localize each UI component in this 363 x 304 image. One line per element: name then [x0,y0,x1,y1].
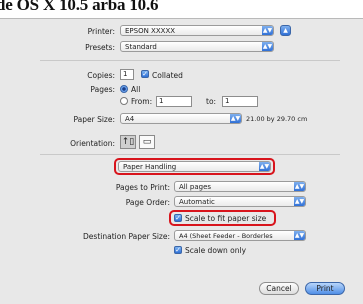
pages-from-field[interactable]: 1 [156,96,192,107]
pages-from-radio[interactable] [120,97,128,105]
presets-label: Presets: [85,43,115,52]
print-button[interactable]: Print [305,282,345,295]
popup-arrows-icon: ▲▼ [259,162,270,171]
pages-to-print-popup[interactable]: All pages ▲▼ [174,181,306,192]
portrait-icon[interactable]: ↑▯ [120,135,136,149]
pages-all-label: All [131,85,141,94]
separator [40,60,340,61]
scale-down-only-checkbox[interactable]: ✓ [174,246,182,254]
scale-to-fit-label: Scale to fit paper size [185,214,267,223]
popup-arrows-icon: ▲▼ [230,114,241,123]
page-order-label: Page Order: [125,198,170,207]
paper-size-value: A4 [125,115,135,123]
popup-arrows-icon: ▲▼ [294,182,305,191]
paper-dimensions: 21.00 by 29.70 cm [246,115,308,123]
page-caption: de OS X 10.5 arba 10.6 [0,0,159,14]
popup-arrows-icon: ▲▼ [262,42,273,51]
destination-paper-size-value: A4 (Sheet Feeder - Borderles [179,232,273,240]
printer-value: EPSON XXXXX [125,27,176,35]
popup-arrows-icon: ▲▼ [294,197,305,206]
separator [40,154,340,155]
pages-label: Pages: [90,85,115,94]
popup-arrows-icon: ▲▼ [294,231,305,240]
pages-from-label: From: [131,97,153,106]
expand-dialog-icon[interactable]: ▲ [280,25,291,36]
landscape-icon[interactable]: ▭ [139,135,155,149]
pages-all-radio[interactable] [120,85,128,93]
orientation-label: Orientation: [70,139,115,148]
printer-popup[interactable]: EPSON XXXXX ▲▼ [120,25,274,36]
collated-checkbox[interactable]: ✓ [141,70,149,78]
copies-field[interactable]: 1 [120,69,134,80]
presets-value: Standard [125,43,157,51]
page-order-value: Automatic [179,198,215,206]
paper-size-popup[interactable]: A4 ▲▼ [120,113,242,124]
scale-down-only-label: Scale down only [185,246,247,255]
destination-paper-size-label: Destination Paper Size: [83,232,170,241]
pages-to-print-label: Pages to Print: [115,183,170,192]
presets-popup[interactable]: Standard ▲▼ [120,41,274,52]
pages-to-field[interactable]: 1 [222,96,258,107]
paper-size-label: Paper Size: [73,115,115,124]
collated-label: Collated [152,71,183,80]
cancel-button[interactable]: Cancel [259,282,299,295]
section-popup-value: Paper Handling [123,163,177,171]
pages-to-print-value: All pages [179,183,212,191]
popup-arrows-icon: ▲▼ [262,26,273,35]
page-order-popup[interactable]: Automatic ▲▼ [174,196,306,207]
scale-to-fit-checkbox[interactable]: ✓ [174,214,182,222]
print-dialog: Printer: EPSON XXXXX ▲▼ ▲ Presets: Stand… [0,18,363,304]
copies-label: Copies: [87,71,115,80]
pages-to-label: to: [206,97,217,106]
printer-label: Printer: [87,27,115,36]
destination-paper-size-popup[interactable]: A4 (Sheet Feeder - Borderles ▲▼ [174,230,306,241]
section-popup[interactable]: Paper Handling ▲▼ [118,161,271,172]
